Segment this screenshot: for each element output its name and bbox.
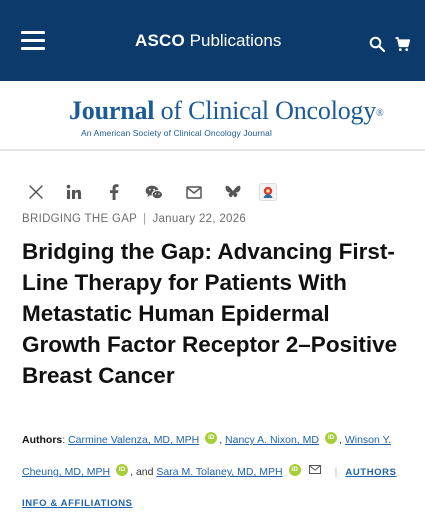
meta-separator: | <box>143 213 147 225</box>
article-meta: BRIDGING THE GAP | January 22, 2026 <box>22 213 246 225</box>
article-title: Bridging the Gap: Advancing First-Line T… <box>22 239 398 388</box>
journal-subtitle: An American Society of Clinical Oncology… <box>81 128 272 138</box>
orcid-icon[interactable]: iD <box>324 432 337 444</box>
mendeley-icon[interactable] <box>257 181 279 203</box>
journal-title-rest: of Clinical Oncology <box>154 96 377 125</box>
cart-icon[interactable] <box>395 37 411 52</box>
top-navigation-bar: ASCO Publications <box>0 0 425 81</box>
journal-title-word: Journal <box>69 96 155 125</box>
orcid-icon[interactable]: iD <box>288 464 301 476</box>
facebook-icon[interactable] <box>103 181 125 203</box>
journal-banner: Journal of Clinical Oncology® An America… <box>0 81 425 151</box>
search-icon[interactable] <box>369 36 386 53</box>
authors-block: Authors: Carmine Valenza, MD, MPH iD, Nan… <box>22 425 422 519</box>
orcid-icon[interactable]: iD <box>116 464 129 476</box>
brand-light: Publications <box>189 31 282 50</box>
wechat-icon[interactable] <box>143 181 165 203</box>
orcid-icon[interactable]: iD <box>205 432 218 444</box>
bluesky-icon[interactable] <box>222 181 244 203</box>
brand-strong: ASCO <box>135 31 185 50</box>
x-icon[interactable] <box>25 181 47 203</box>
section-label[interactable]: BRIDGING THE GAP <box>22 213 137 225</box>
author-link-nixon[interactable]: Nancy A. Nixon, MD <box>225 434 319 446</box>
hamburger-menu-icon[interactable] <box>21 31 45 51</box>
journal-logo[interactable]: Journal of Clinical Oncology® <box>69 97 384 125</box>
author-link-valenza[interactable]: Carmine Valenza, MD, MPH <box>68 434 199 446</box>
authors-label: Authors <box>22 434 63 446</box>
linkedin-icon[interactable] <box>63 181 85 203</box>
share-toolbar <box>0 181 425 205</box>
registered-mark: ® <box>376 108 384 119</box>
email-author-icon[interactable] <box>308 456 321 487</box>
publication-date: January 22, 2026 <box>152 213 247 225</box>
author-link-tolaney[interactable]: Sara M. Tolaney, MD, MPH <box>156 466 282 478</box>
email-icon[interactable] <box>183 181 205 203</box>
asco-publications-logo[interactable]: ASCO Publications <box>135 30 281 52</box>
divider: | <box>334 466 338 478</box>
authors-affiliations-link[interactable]: AUTHORS <box>345 467 396 478</box>
author-separator-and: , and <box>130 466 157 478</box>
